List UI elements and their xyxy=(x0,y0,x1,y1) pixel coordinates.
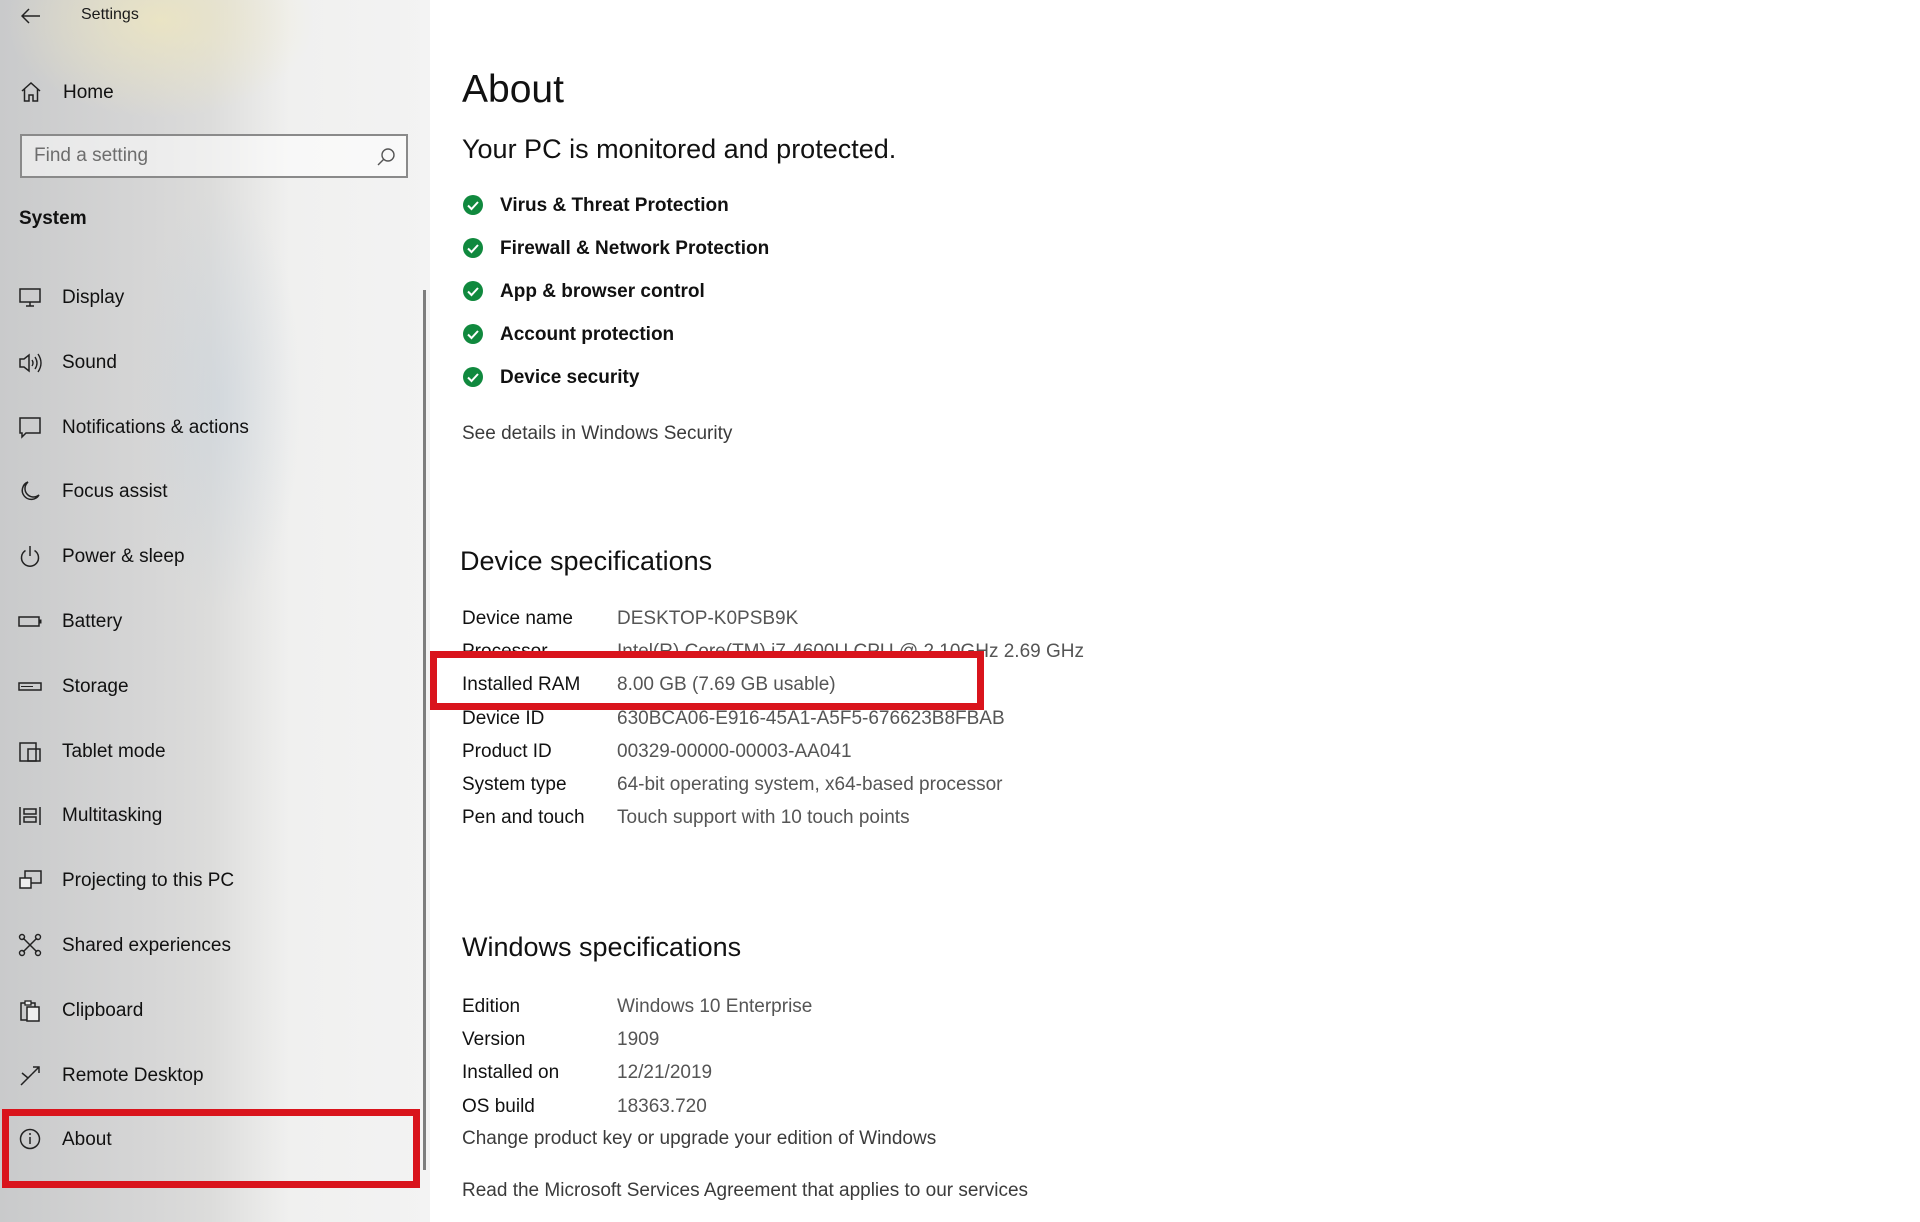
spec-value: Windows 10 Enterprise xyxy=(617,996,813,1017)
protection-label: Account protection xyxy=(500,324,675,345)
spec-key: Product ID xyxy=(462,740,552,762)
windows-specs-heading: Windows specifications xyxy=(462,932,742,962)
spec-key: Device name xyxy=(462,608,573,629)
sidebar-item-label: Display xyxy=(62,287,125,308)
spec-value: 12/21/2019 xyxy=(617,1062,713,1084)
sidebar-item-label: Battery xyxy=(62,610,123,632)
sidebar-nav: Display Sound Notifications & actions Fo… xyxy=(0,271,430,1178)
spec-value: 64-bit operating system, x64-based proce… xyxy=(617,773,1003,795)
sidebar-item-label: Sound xyxy=(62,351,117,373)
sidebar-item-label: Shared experiences xyxy=(62,934,231,956)
sidebar-item-notifications[interactable]: Notifications & actions xyxy=(0,401,430,466)
device-specs-heading: Device specifications xyxy=(460,546,713,576)
app-title: Settings xyxy=(81,6,139,23)
check-circle-icon xyxy=(463,367,483,387)
spec-key: Edition xyxy=(462,996,521,1017)
check-circle-icon xyxy=(463,281,483,301)
sidebar-item-label: Tablet mode xyxy=(62,740,166,762)
sidebar-item-label: About xyxy=(62,1129,112,1151)
sidebar-item-focus-assist[interactable]: Focus assist xyxy=(0,465,430,530)
back-button[interactable] xyxy=(14,2,48,30)
spec-key: Version xyxy=(462,1029,526,1051)
check-circle-icon xyxy=(463,324,483,344)
protection-label: Device security xyxy=(500,367,640,388)
sidebar-item-shared-experiences[interactable]: Shared experiences xyxy=(0,919,430,984)
sidebar-item-label: Projecting to this PC xyxy=(62,870,235,892)
protection-label: Virus & Threat Protection xyxy=(500,195,729,216)
protection-label: Firewall & Network Protection xyxy=(500,238,770,259)
protection-label: App & browser control xyxy=(500,281,705,302)
spec-value: 1909 xyxy=(617,1029,660,1051)
remote-desktop-icon xyxy=(20,1065,40,1086)
spec-value: 630BCA06-E916-45A1-A5F5-676623B8FBAB xyxy=(617,707,1005,729)
page-title: About xyxy=(462,68,564,111)
sidebar-item-sound[interactable]: Sound xyxy=(0,336,430,401)
check-circle-icon xyxy=(463,238,483,258)
sidebar-item-tablet-mode[interactable]: Tablet mode xyxy=(0,725,430,790)
sidebar-section-system: System xyxy=(19,208,87,229)
search-icon[interactable] xyxy=(376,147,396,167)
spec-value: DESKTOP-K0PSB9K xyxy=(617,608,799,629)
settings-sidebar: Settings Home System Display Sound Notif… xyxy=(0,0,430,1222)
clipboard-icon xyxy=(20,1000,40,1022)
monitor-icon xyxy=(19,288,41,307)
spec-value: 18363.720 xyxy=(617,1095,707,1117)
spec-value: 00329-00000-00003-AA041 xyxy=(617,740,852,762)
battery-icon xyxy=(18,616,42,627)
sidebar-item-power-sleep[interactable]: Power & sleep xyxy=(0,530,430,595)
home-label: Home xyxy=(63,82,114,103)
sidebar-item-label: Clipboard xyxy=(62,999,144,1021)
sidebar-item-battery[interactable]: Battery xyxy=(0,595,430,660)
sidebar-item-home[interactable]: Home xyxy=(0,72,430,112)
search-box[interactable] xyxy=(20,134,408,178)
tablet-mode-icon xyxy=(19,741,41,762)
sidebar-item-display[interactable]: Display xyxy=(0,271,430,336)
title-bar: Settings xyxy=(0,0,430,36)
check-circle-icon xyxy=(463,195,483,215)
projecting-icon xyxy=(19,870,42,889)
about-page: About Your PC is monitored and protected… xyxy=(430,0,1920,1222)
search-input[interactable] xyxy=(34,144,364,168)
protection-heading: Your PC is monitored and protected. xyxy=(462,134,897,164)
power-icon xyxy=(20,546,40,568)
spec-key: System type xyxy=(462,773,567,795)
highlight-ram-value: 8.00 GB (7.69 GB usable) xyxy=(617,674,836,695)
change-product-key-link[interactable]: Change product key or upgrade your editi… xyxy=(462,1128,936,1150)
sidebar-item-label: Multitasking xyxy=(62,805,163,827)
sidebar-item-label: Power & sleep xyxy=(62,546,185,568)
sidebar-scrollbar[interactable] xyxy=(423,290,426,1170)
sidebar-item-about[interactable]: About xyxy=(0,1113,430,1178)
shared-experiences-icon xyxy=(18,933,42,957)
sidebar-item-label: Focus assist xyxy=(62,481,168,503)
sidebar-item-projecting[interactable]: Projecting to this PC xyxy=(0,854,430,919)
notification-icon xyxy=(19,416,41,439)
sidebar-item-label: Remote Desktop xyxy=(62,1064,204,1086)
installed-ram-highlight-box: Installed RAM 8.00 GB (7.69 GB usable) xyxy=(430,651,984,710)
windows-security-link[interactable]: See details in Windows Security xyxy=(462,423,732,445)
services-agreement-link[interactable]: Read the Microsoft Services Agreement th… xyxy=(462,1180,1028,1202)
storage-icon xyxy=(18,682,42,691)
multitasking-icon xyxy=(19,807,41,826)
spec-key: Installed on xyxy=(462,1062,560,1084)
spec-value: Touch support with 10 touch points xyxy=(617,807,910,829)
sidebar-item-storage[interactable]: Storage xyxy=(0,660,430,725)
spec-key: Pen and touch xyxy=(462,807,585,829)
sidebar-item-remote-desktop[interactable]: Remote Desktop xyxy=(0,1049,430,1114)
speaker-icon xyxy=(19,353,42,373)
spec-key: Device ID xyxy=(462,707,545,729)
highlight-ram-key: Installed RAM xyxy=(462,674,581,695)
moon-icon xyxy=(21,481,40,501)
back-arrow-icon xyxy=(21,8,40,24)
sidebar-item-multitasking[interactable]: Multitasking xyxy=(0,789,430,854)
sidebar-item-label: Storage xyxy=(62,675,129,697)
sidebar-item-label: Notifications & actions xyxy=(62,416,249,438)
home-icon xyxy=(21,81,41,102)
info-icon xyxy=(19,1129,41,1150)
spec-key: OS build xyxy=(462,1095,535,1117)
sidebar-item-clipboard[interactable]: Clipboard xyxy=(0,984,430,1049)
